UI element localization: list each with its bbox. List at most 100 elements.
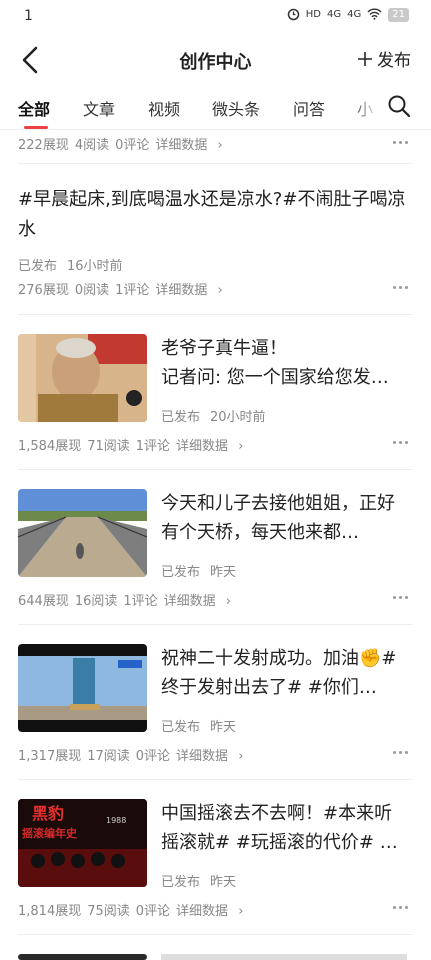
item-stats: 276展现 0阅读 1评论 详细数据 › [18, 279, 229, 298]
reads-count: 0阅读 [74, 283, 110, 298]
post-meta: 已发布 昨天 [161, 716, 246, 735]
tab-bar: 全部 文章 视频 微头条 问答 小 [0, 84, 431, 130]
old-man-portrait-image [18, 334, 147, 422]
reads-count: 71阅读 [87, 439, 130, 454]
divider [18, 779, 413, 780]
publish-status: 已发布 [18, 259, 58, 274]
item-stats: 1,814展现 75阅读 0评论 详细数据 › [18, 900, 249, 919]
detail-data-link[interactable]: 详细数据 › [176, 749, 243, 764]
publish-time: 昨天 [210, 875, 237, 890]
detail-data-link[interactable]: 详细数据 › [155, 138, 222, 153]
tab-qa[interactable]: 问答 [293, 96, 325, 120]
video-thumbnail[interactable] [18, 334, 147, 422]
publish-time: 20小时前 [210, 410, 266, 425]
post-meta: 已发布 16小时前 [18, 255, 133, 274]
detail-data-link[interactable]: 详细数据 › [164, 594, 231, 609]
publish-status: 已发布 [161, 565, 201, 580]
post-title: 中国摇滚去不去啊！#本来听摇滚就# #玩摇滚的代价# … [161, 803, 398, 853]
comments-count: 0评论 [115, 138, 150, 153]
svg-text:1988: 1988 [106, 816, 126, 825]
active-tab-indicator [24, 126, 48, 129]
comments-count: 0评论 [135, 904, 171, 919]
video-thumbnail[interactable] [18, 644, 147, 732]
item-stats: 1,317展现 17阅读 0评论 详细数据 › [18, 745, 249, 764]
publish-status: 已发布 [161, 875, 201, 890]
tab-all[interactable]: 全部 [18, 96, 50, 120]
rocket-launch-tower-image [18, 644, 147, 732]
reads-count: 4阅读 [74, 138, 110, 153]
svg-text:摇滚编年史: 摇滚编年史 [22, 826, 78, 840]
status-icons: HD 4G 4G 21 [287, 8, 409, 22]
detail-data-link[interactable]: 详细数据 › [176, 904, 243, 919]
battery-icon: 21 [388, 8, 409, 22]
publish-status: 已发布 [161, 410, 201, 425]
status-time: 1 [24, 8, 33, 24]
post-title: #早晨起床,到底喝温水还是凉水?#不闹肚子喝凉水 [18, 189, 406, 240]
alarm-icon [287, 8, 300, 22]
tab-articles[interactable]: 文章 [83, 96, 115, 120]
publish-time: 昨天 [210, 565, 237, 580]
publish-status: 已发布 [161, 720, 201, 735]
comments-count: 0评论 [135, 749, 171, 764]
hd-signal-icon: HD [305, 9, 322, 20]
publish-time: 16小时前 [67, 259, 123, 274]
publish-time: 昨天 [210, 720, 237, 735]
4g-signal-icon-2: 4G [347, 9, 362, 20]
search-button[interactable] [387, 94, 411, 118]
wifi-icon [367, 8, 382, 22]
chevron-left-icon [22, 46, 38, 74]
detail-data-link[interactable]: 详细数据 › [176, 439, 243, 454]
divider [18, 163, 413, 164]
back-button[interactable] [16, 44, 48, 76]
plus-icon [358, 51, 372, 66]
publish-label: 发布 [377, 51, 411, 71]
publish-button[interactable]: 发布 [357, 46, 411, 71]
tab-micro-posts[interactable]: 微头条 [212, 96, 260, 120]
divider [18, 624, 413, 625]
4g-signal-icon: 4G [327, 9, 342, 20]
post-title: 老爷子真牛逼！ 记者问: 您一个国家给您发… [161, 338, 389, 388]
tab-videos[interactable]: 视频 [148, 96, 180, 120]
detail-data-link[interactable]: 详细数据 › [155, 283, 222, 298]
more-icon[interactable] [393, 906, 411, 912]
divider [18, 934, 413, 935]
post-title: 今天和儿子去接他姐姐，正好有个天桥，每天他来都… [161, 493, 395, 543]
tab-more[interactable]: 小 [357, 96, 373, 120]
more-icon[interactable] [393, 441, 411, 447]
more-icon[interactable] [393, 596, 411, 602]
bridge-walkway-image [18, 489, 147, 577]
reads-count: 75阅读 [87, 904, 130, 919]
comments-count: 1评论 [135, 439, 171, 454]
svg-text:黑豹: 黑豹 [32, 804, 64, 823]
video-thumbnail[interactable]: 黑豹 摇滚编年史 1988 [18, 799, 147, 887]
views-count: 276展现 [18, 283, 69, 298]
comments-count: 1评论 [115, 283, 150, 298]
comments-count: 1评论 [123, 594, 158, 609]
divider [18, 314, 413, 315]
rock-band-poster-image: 黑豹 摇滚编年史 1988 [18, 799, 147, 887]
views-count: 222展现 [18, 138, 69, 153]
post-meta: 已发布 昨天 [161, 561, 246, 580]
post-meta: 已发布 昨天 [161, 871, 246, 890]
views-count: 644展现 [18, 594, 69, 609]
post-meta: 已发布 20小时前 [161, 406, 276, 425]
divider [18, 469, 413, 470]
item-stats: 222展现 4阅读 0评论 详细数据 › [18, 134, 229, 153]
status-bar: 1 HD 4G 4G 21 [0, 0, 431, 34]
search-icon [388, 95, 411, 118]
views-count: 1,814展现 [18, 904, 82, 919]
more-icon[interactable] [393, 286, 411, 292]
more-icon[interactable] [393, 751, 411, 757]
nav-bar: 创作中心 发布 [0, 36, 431, 84]
views-count: 1,317展现 [18, 749, 82, 764]
video-thumbnail [18, 954, 147, 960]
reads-count: 16阅读 [74, 594, 118, 609]
video-thumbnail[interactable] [18, 489, 147, 577]
item-stats: 1,584展现 71阅读 1评论 详细数据 › [18, 435, 249, 454]
more-icon[interactable] [393, 141, 411, 147]
reads-count: 17阅读 [87, 749, 130, 764]
post-title: 祝神二十发射成功。加油✊#终于发射出去了# #你们… [161, 648, 397, 698]
views-count: 1,584展现 [18, 439, 82, 454]
cut-off-title [161, 954, 407, 960]
item-stats: 644展现 16阅读 1评论 详细数据 › [18, 590, 237, 609]
